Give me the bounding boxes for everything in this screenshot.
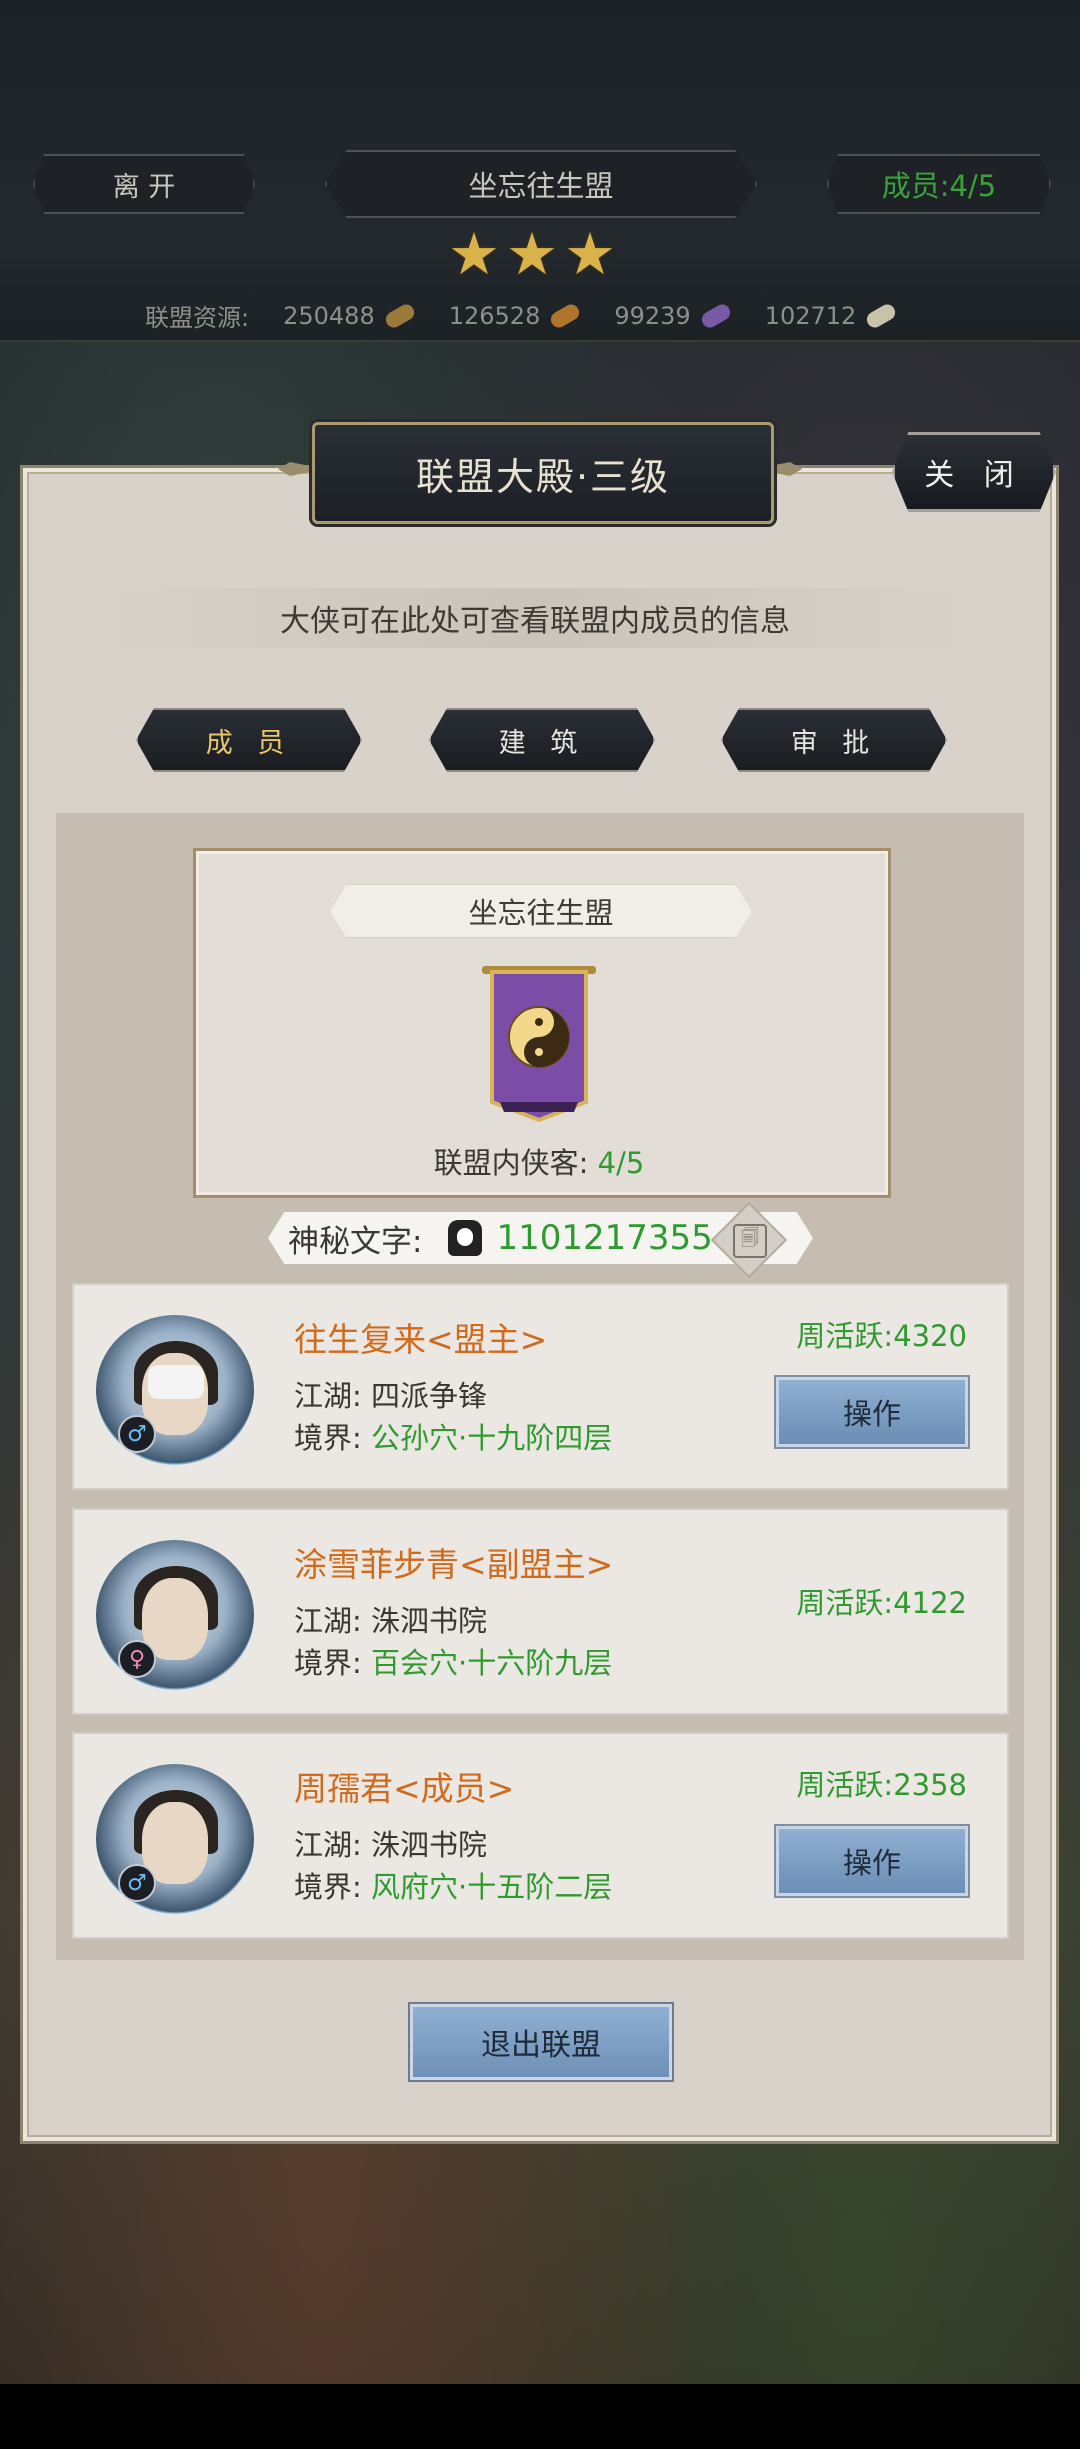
weekly-activity: 周活跃:2358 xyxy=(796,1768,967,1802)
jianghu-value: 洙泗书院 xyxy=(371,1604,488,1638)
leave-button[interactable]: 离 开 xyxy=(33,154,255,214)
close-button[interactable]: 关 闭 xyxy=(892,432,1056,512)
alliance-member-count: 联盟内侠客: 4/5 xyxy=(193,1140,885,1182)
food-resource-icon xyxy=(548,301,583,330)
avatar[interactable]: ♀ xyxy=(96,1540,254,1690)
tab-approval[interactable]: 审 批 xyxy=(721,708,947,772)
female-icon: ♀ xyxy=(118,1640,156,1678)
weekly-activity: 周活跃:4320 xyxy=(796,1319,967,1353)
quit-alliance-button[interactable]: 退出联盟 xyxy=(410,2004,672,2080)
member-realm: 境界: 百会穴·十六阶九层 xyxy=(294,1640,612,1682)
member-count-label: 联盟内侠客: xyxy=(433,1146,589,1180)
member-jianghu: 江湖: 洙泗书院 xyxy=(294,1822,487,1864)
avatar[interactable]: ♂ xyxy=(96,1764,254,1914)
stone-resource-icon xyxy=(864,301,899,330)
alliance-name-plate: 坐忘往生盟 xyxy=(325,150,757,218)
crystal-resource-icon xyxy=(698,301,733,330)
jianghu-value: 洙泗书院 xyxy=(371,1828,488,1862)
male-icon: ♂ xyxy=(118,1864,156,1902)
jianghu-label: 江湖: xyxy=(294,1604,362,1638)
member-realm: 境界: 公孙穴·十九阶四层 xyxy=(294,1415,612,1457)
secret-code-value: 1101217355 xyxy=(496,1218,713,1258)
secret-code-label: 神秘文字: xyxy=(288,1223,423,1260)
member-name: 往生复来<盟主> xyxy=(294,1320,548,1359)
jianghu-label: 江湖: xyxy=(294,1379,362,1413)
member-realm: 境界: 风府穴·十五阶二层 xyxy=(294,1864,612,1906)
yin-yang-banner-icon xyxy=(482,966,596,1123)
alliance-resources: 联盟资源: 250488 126528 99239 102712 xyxy=(145,298,899,333)
resources-label: 联盟资源: xyxy=(145,304,250,332)
member-count-badge: 成员:4/5 xyxy=(827,154,1051,214)
member-jianghu: 江湖: 四派争锋 xyxy=(294,1373,487,1415)
panel-subtitle: 大侠可在此处可查看联盟内成员的信息 xyxy=(80,588,990,648)
copy-icon: 🗐 xyxy=(733,1224,767,1258)
star-icon: ★ xyxy=(506,220,558,288)
resource-value: 250488 xyxy=(283,301,375,330)
male-icon: ♂ xyxy=(118,1415,156,1453)
operate-button[interactable]: 操作 xyxy=(776,1377,968,1447)
member-count-value: 4/5 xyxy=(597,1146,645,1180)
star-icon: ★ xyxy=(564,220,616,288)
avatar[interactable]: ♂ xyxy=(96,1315,254,1465)
qq-penguin-icon xyxy=(448,1220,483,1256)
jianghu-label: 江湖: xyxy=(294,1828,362,1862)
tab-members[interactable]: 成 员 xyxy=(136,708,362,772)
member-jianghu: 江湖: 洙泗书院 xyxy=(294,1598,487,1640)
realm-label: 境界: xyxy=(294,1421,362,1455)
operate-button[interactable]: 操作 xyxy=(776,1826,968,1896)
avatar-mask xyxy=(148,1365,204,1399)
wood-resource-icon xyxy=(382,301,417,330)
resource-value: 126528 xyxy=(448,301,541,330)
realm-value: 风府穴·十五阶二层 xyxy=(371,1870,613,1904)
alliance-stars: ★ ★ ★ xyxy=(448,225,616,283)
weekly-activity: 周活跃:4122 xyxy=(796,1586,967,1620)
member-row: ♀ 涂雪菲步青<副盟主> 江湖: 洙泗书院 境界: 百会穴·十六阶九层 周活跃:… xyxy=(72,1508,1009,1715)
member-name: 周孺君<成员> xyxy=(294,1769,515,1808)
realm-label: 境界: xyxy=(294,1870,362,1904)
member-name: 涂雪菲步青<副盟主> xyxy=(294,1545,614,1584)
realm-label: 境界: xyxy=(294,1646,362,1680)
member-row: ♂ 往生复来<盟主> 江湖: 四派争锋 境界: 公孙穴·十九阶四层 周活跃:43… xyxy=(72,1283,1009,1490)
realm-value: 百会穴·十六阶九层 xyxy=(371,1646,613,1680)
realm-value: 公孙穴·十九阶四层 xyxy=(371,1421,613,1455)
jianghu-value: 四派争锋 xyxy=(371,1379,488,1413)
member-row: ♂ 周孺君<成员> 江湖: 洙泗书院 境界: 风府穴·十五阶二层 周活跃:235… xyxy=(72,1732,1009,1939)
system-navigation-bar xyxy=(0,2384,1080,2449)
resource-value: 102712 xyxy=(764,301,857,330)
resource-value: 99239 xyxy=(614,301,691,330)
alliance-card-name: 坐忘往生盟 xyxy=(330,884,752,938)
tab-buildings[interactable]: 建 筑 xyxy=(429,708,655,772)
star-icon: ★ xyxy=(448,220,500,288)
panel-title: 联盟大殿·三级 xyxy=(312,422,774,524)
